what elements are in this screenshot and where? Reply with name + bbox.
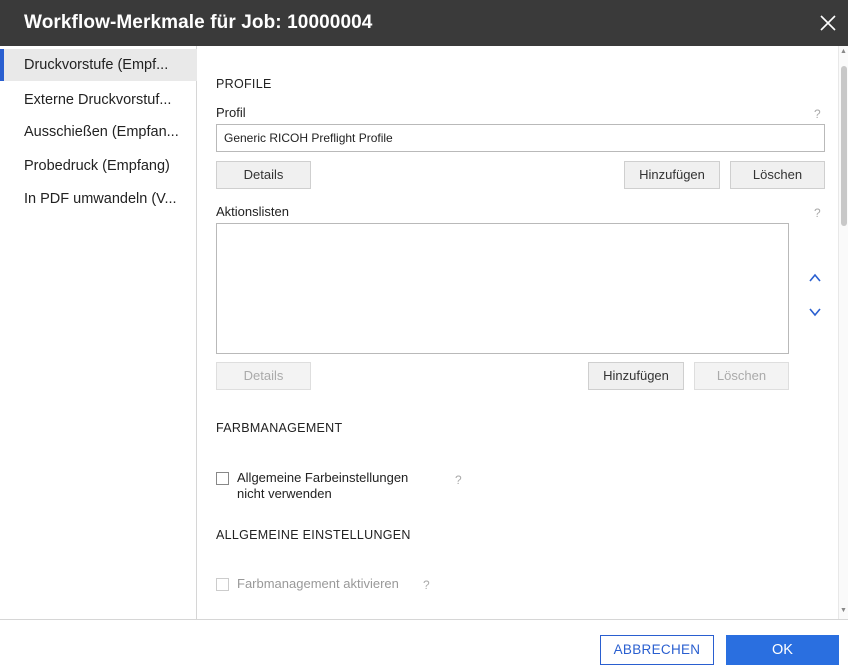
dialog-title: Workflow-Merkmale für Job: 10000004 <box>24 12 373 33</box>
action-lists-delete-button[interactable]: Löschen <box>694 362 789 390</box>
action-lists-listbox[interactable] <box>216 223 789 354</box>
dialog-footer: ABBRECHEN OK <box>0 619 848 668</box>
sidebar-item-in-pdf-umwandeln[interactable]: In PDF umwandeln (V... <box>0 183 197 215</box>
content-scrollbar[interactable]: ▲ ▼ <box>838 46 848 619</box>
scrollbar-thumb[interactable] <box>841 66 847 226</box>
action-lists-label: Aktionslisten <box>216 204 289 219</box>
scroll-down-arrow-icon[interactable]: ▼ <box>840 607 847 614</box>
general-color-settings-label: Allgemeine Farbeinstellungen nicht verwe… <box>237 470 408 502</box>
profile-field-label: Profil <box>216 105 246 120</box>
action-lists-add-button[interactable]: Hinzufügen <box>588 362 684 390</box>
chevron-up-icon[interactable] <box>802 265 828 291</box>
enable-color-management-label: Farbmanagement aktivieren <box>237 576 399 591</box>
scroll-up-arrow-icon[interactable]: ▲ <box>840 48 847 55</box>
cancel-button[interactable]: ABBRECHEN <box>600 635 714 665</box>
general-color-settings-label-line1: Allgemeine Farbeinstellungen <box>237 470 409 485</box>
dialog-titlebar: Workflow-Merkmale für Job: 10000004 <box>0 0 848 46</box>
profile-section-title: PROFILE <box>216 77 272 91</box>
general-color-settings-checkbox[interactable] <box>216 472 229 485</box>
sidebar-item-ausschiessen[interactable]: Ausschießen (Empfan... <box>0 116 197 148</box>
profile-add-button[interactable]: Hinzufügen <box>624 161 720 189</box>
color-management-section-title: FARBMANAGEMENT <box>216 421 343 435</box>
content-panel: PROFILE Profil ? Generic RICOH Preflight… <box>198 46 838 619</box>
general-color-settings-label-line2: nicht verwenden <box>237 486 332 501</box>
profile-delete-button[interactable]: Löschen <box>730 161 825 189</box>
general-settings-section-title: ALLGEMEINE EINSTELLUNGEN <box>216 528 411 542</box>
sidebar: Druckvorstufe (Empf... Externe Druckvors… <box>0 46 197 619</box>
sidebar-item-probedruck[interactable]: Probedruck (Empfang) <box>0 150 197 182</box>
action-lists-details-button[interactable]: Details <box>216 362 311 390</box>
enable-color-management-checkbox[interactable] <box>216 578 229 591</box>
ok-button[interactable]: OK <box>726 635 839 665</box>
sidebar-item-externe-druckvorstufe[interactable]: Externe Druckvorstuf... <box>0 84 197 116</box>
sidebar-item-druckvorstufe[interactable]: Druckvorstufe (Empf... <box>0 49 197 81</box>
chevron-down-icon[interactable] <box>802 299 828 325</box>
profile-help-icon[interactable]: ? <box>814 107 821 121</box>
color-management-help-icon[interactable]: ? <box>455 473 462 487</box>
general-settings-help-icon[interactable]: ? <box>423 578 430 592</box>
profile-input[interactable]: Generic RICOH Preflight Profile <box>216 124 825 152</box>
close-icon[interactable] <box>818 13 838 33</box>
action-lists-help-icon[interactable]: ? <box>814 206 821 220</box>
profile-details-button[interactable]: Details <box>216 161 311 189</box>
